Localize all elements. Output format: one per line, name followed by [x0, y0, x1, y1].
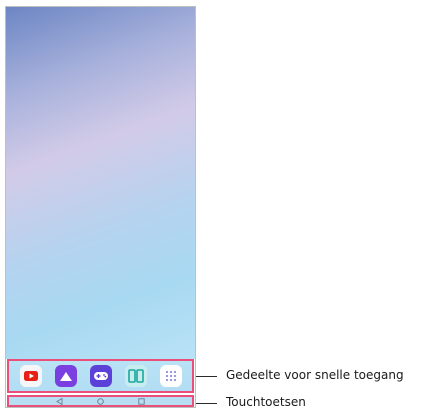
phone-screen	[5, 6, 196, 408]
back-key-icon[interactable]	[56, 397, 63, 405]
touch-keys-bar	[7, 395, 194, 407]
touch-keys-callout-line	[196, 403, 217, 404]
home-wallpaper	[6, 7, 195, 359]
game-launcher-icon[interactable]	[89, 365, 112, 387]
quick-access-area	[7, 359, 194, 393]
touch-keys-callout-label: Touchtoetsen	[226, 395, 306, 409]
youtube-icon[interactable]	[19, 365, 42, 387]
dual-window-icon[interactable]	[124, 365, 147, 387]
quick-access-callout-line	[196, 376, 217, 377]
gallery-icon[interactable]	[54, 365, 77, 387]
recents-key-icon[interactable]	[138, 397, 145, 405]
app-drawer-icon[interactable]	[159, 365, 182, 387]
quick-access-callout-label: Gedeelte voor snelle toegang	[226, 368, 404, 382]
home-key-icon[interactable]	[97, 397, 104, 405]
